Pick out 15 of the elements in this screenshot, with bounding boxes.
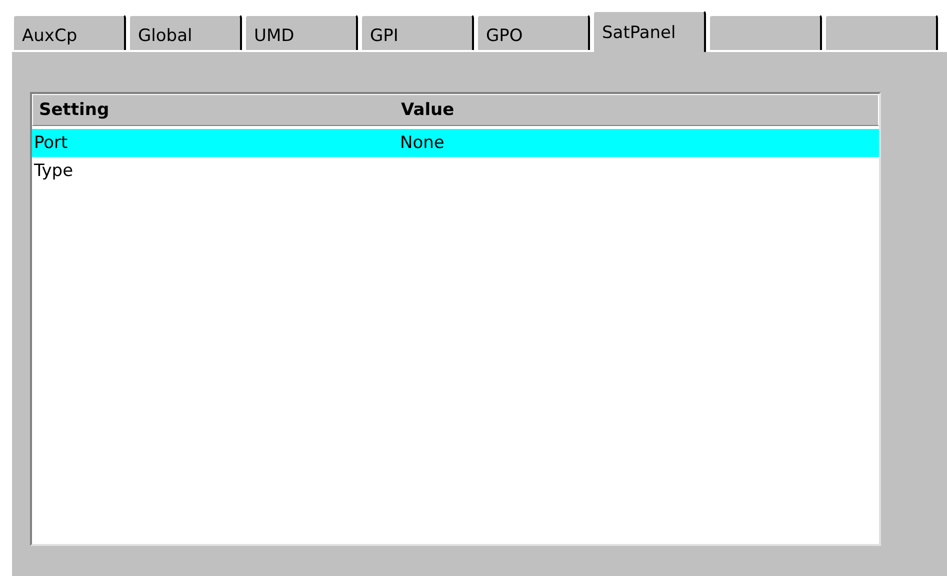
table-cell-text: Type	[33, 161, 74, 181]
column-header[interactable]: Setting	[33, 100, 395, 120]
table-row[interactable]: Type	[32, 157, 879, 185]
tab[interactable]: Global	[128, 14, 242, 50]
table-cell-text: Port	[33, 133, 69, 153]
tab[interactable]	[824, 14, 938, 50]
column-header[interactable]: Value	[395, 100, 757, 120]
table-cell-text: None	[399, 133, 446, 153]
tab[interactable]: AuxCp	[12, 14, 126, 50]
tab[interactable]: GPO	[476, 14, 590, 50]
tab[interactable]	[708, 14, 822, 50]
table-row[interactable]: Port None	[32, 129, 879, 157]
tab[interactable]: SatPanel	[592, 10, 706, 52]
tab[interactable]: UMD	[244, 14, 358, 50]
tab[interactable]: GPI	[360, 14, 474, 50]
